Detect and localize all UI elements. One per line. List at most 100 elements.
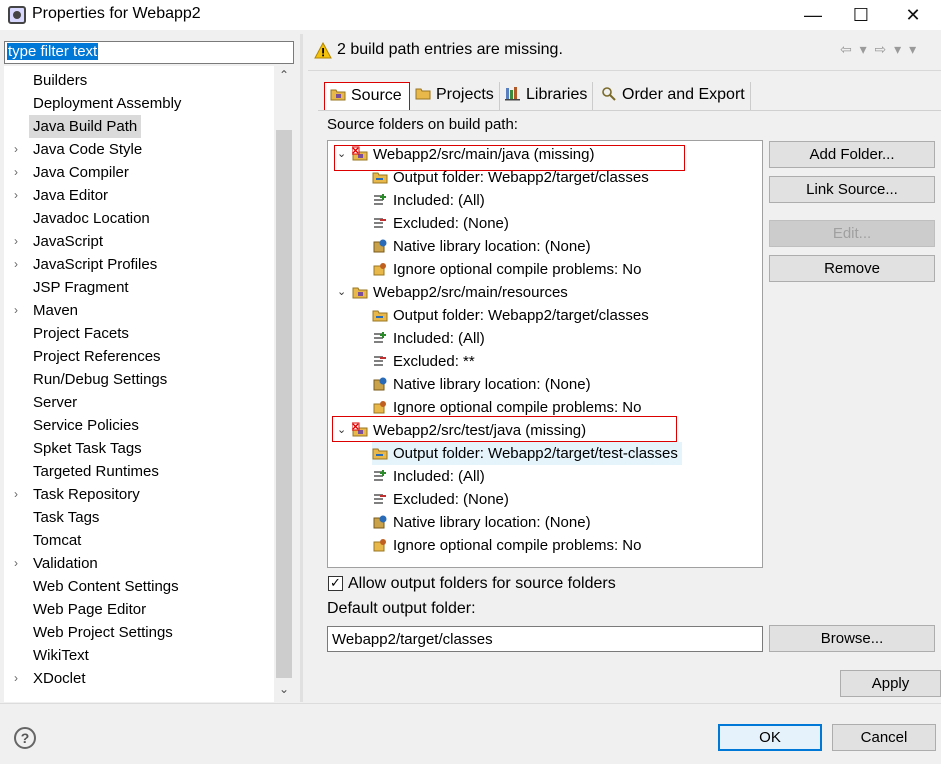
collapse-chevron-icon[interactable]: ⌄ — [337, 281, 346, 304]
collapse-chevron-icon[interactable]: ⌄ — [337, 419, 346, 442]
nav-item[interactable]: Spket Task Tags — [4, 437, 274, 460]
pane-divider[interactable] — [300, 34, 303, 702]
source-attribute-row[interactable]: Included: (All) — [372, 327, 485, 350]
source-attribute-row[interactable]: Output folder: Webapp2/target/classes — [372, 166, 649, 189]
expand-chevron-icon[interactable]: › — [14, 230, 18, 253]
expand-chevron-icon[interactable]: › — [14, 552, 18, 575]
native-library-icon — [373, 377, 387, 391]
minimize-button[interactable]: — — [790, 0, 836, 30]
nav-item[interactable]: Run/Debug Settings — [4, 368, 274, 391]
native-library-icon — [373, 515, 387, 529]
nav-item[interactable]: › Java Code Style — [4, 138, 274, 161]
source-attribute-label: Excluded: ** — [393, 353, 475, 370]
nav-item[interactable]: Javadoc Location — [4, 207, 274, 230]
nav-item[interactable]: › XDoclet — [4, 667, 274, 690]
source-folder-row[interactable]: ⌄ Webapp2/src/main/resources — [337, 281, 568, 304]
nav-item[interactable]: › JavaScript Profiles — [4, 253, 274, 276]
nav-item[interactable]: Web Project Settings — [4, 621, 274, 644]
collapse-chevron-icon[interactable]: ⌄ — [337, 143, 346, 166]
source-attribute-row[interactable]: Included: (All) — [372, 189, 485, 212]
nav-item-label: Web Page Editor — [33, 601, 147, 618]
expand-chevron-icon[interactable]: › — [14, 667, 18, 690]
expand-chevron-icon[interactable]: › — [14, 299, 18, 322]
nav-item[interactable]: Java Build Path — [4, 115, 274, 138]
source-attribute-label: Excluded: (None) — [393, 491, 509, 508]
source-attribute-row[interactable]: Native library location: (None) — [372, 235, 591, 258]
source-folder-label: Webapp2/src/main/resources — [373, 284, 568, 301]
nav-item[interactable]: WikiText — [4, 644, 274, 667]
history-nav-arrows[interactable]: ⇦ ▾ ⇨ ▾ ▾ — [840, 41, 918, 58]
source-attribute-row[interactable]: Included: (All) — [372, 465, 485, 488]
maximize-button[interactable]: ☐ — [838, 0, 884, 30]
allow-output-folders-checkbox[interactable]: ✓ — [328, 576, 343, 591]
help-icon[interactable]: ? — [14, 727, 36, 749]
browse-button[interactable]: Browse... — [769, 625, 935, 652]
nav-item[interactable]: Web Page Editor — [4, 598, 274, 621]
nav-item[interactable]: › Java Compiler — [4, 161, 274, 184]
nav-item-label: Java Build Path — [29, 115, 142, 138]
nav-item-label: JavaScript Profiles — [33, 256, 158, 273]
source-attribute-row[interactable]: Excluded: ** — [372, 350, 475, 373]
source-attribute-label: Included: (All) — [393, 468, 485, 485]
source-attribute-row[interactable]: Ignore optional compile problems: No — [372, 534, 641, 557]
ok-button[interactable]: OK — [718, 724, 822, 751]
edit-button[interactable]: Edit... — [769, 220, 935, 247]
nav-item[interactable]: › Java Editor — [4, 184, 274, 207]
add-folder-button[interactable]: Add Folder... — [769, 141, 935, 168]
link-source-button[interactable]: Link Source... — [769, 176, 935, 203]
nav-item-label: Run/Debug Settings — [33, 371, 168, 388]
close-button[interactable]: ✕ — [890, 0, 936, 30]
expand-chevron-icon[interactable]: › — [14, 253, 18, 276]
default-output-folder-label: Default output folder: — [327, 600, 476, 617]
output-folder-icon — [372, 172, 388, 184]
tab-libraries[interactable]: Libraries — [500, 82, 594, 110]
expand-chevron-icon[interactable]: › — [14, 138, 18, 161]
nav-item[interactable]: Tomcat — [4, 529, 274, 552]
default-output-folder-field[interactable]: Webapp2/target/classes — [327, 626, 763, 652]
filter-input[interactable]: type filter text — [4, 41, 294, 64]
expand-chevron-icon[interactable]: › — [14, 483, 18, 506]
scroll-down-icon[interactable]: ⌄ — [274, 682, 294, 702]
remove-button[interactable]: Remove — [769, 255, 935, 282]
source-attribute-row[interactable]: Excluded: (None) — [372, 488, 509, 511]
nav-item[interactable]: › Task Repository — [4, 483, 274, 506]
source-attribute-row[interactable]: Output folder: Webapp2/target/test-class… — [372, 442, 682, 465]
nav-item[interactable]: Project Facets — [4, 322, 274, 345]
nav-item[interactable]: Project References — [4, 345, 274, 368]
source-attribute-row[interactable]: Ignore optional compile problems: No — [372, 258, 641, 281]
source-attribute-row[interactable]: Output folder: Webapp2/target/classes — [372, 304, 649, 327]
nav-item[interactable]: › Maven — [4, 299, 274, 322]
source-folders-tree[interactable]: ⌄ Webapp2/src/main/java (missing) Output f… — [327, 140, 763, 568]
tab-order-and-export[interactable]: Order and Export — [596, 82, 751, 110]
nav-scrollbar-thumb[interactable] — [276, 130, 292, 678]
nav-item[interactable]: Targeted Runtimes — [4, 460, 274, 483]
source-folder-row[interactable]: ⌄ Webapp2/src/main/java (missing) — [337, 143, 594, 166]
expand-chevron-icon[interactable]: › — [14, 184, 18, 207]
cancel-button[interactable]: Cancel — [832, 724, 936, 751]
source-attribute-row[interactable]: Native library location: (None) — [372, 511, 591, 534]
nav-item[interactable]: JSP Fragment — [4, 276, 274, 299]
nav-item[interactable]: Server — [4, 391, 274, 414]
nav-item[interactable]: Web Content Settings — [4, 575, 274, 598]
nav-item[interactable]: Service Policies — [4, 414, 274, 437]
nav-item[interactable]: › JavaScript — [4, 230, 274, 253]
nav-item[interactable]: Deployment Assembly — [4, 92, 274, 115]
scroll-up-icon[interactable]: ⌃ — [274, 68, 294, 88]
tab-projects[interactable]: Projects — [410, 82, 500, 110]
nav-item[interactable]: Task Tags — [4, 506, 274, 529]
apply-button[interactable]: Apply — [840, 670, 941, 697]
eclipse-app-icon — [8, 6, 26, 24]
expand-chevron-icon[interactable]: › — [14, 161, 18, 184]
nav-item[interactable]: › Validation — [4, 552, 274, 575]
nav-item[interactable]: Builders — [4, 69, 274, 92]
warning-icon — [314, 42, 332, 59]
tab-source[interactable]: Source — [324, 82, 410, 110]
source-attribute-row[interactable]: Excluded: (None) — [372, 212, 509, 235]
source-folder-row[interactable]: ⌄ Webapp2/src/test/java (missing) — [337, 419, 586, 442]
source-attribute-row[interactable]: Native library location: (None) — [372, 373, 591, 396]
order-export-icon — [602, 87, 616, 101]
source-attribute-row[interactable]: Ignore optional compile problems: No — [372, 396, 641, 419]
header-separator — [308, 70, 941, 71]
source-folders-label: Source folders on build path: — [327, 116, 518, 133]
tab-order-label: Order and Export — [622, 86, 745, 103]
